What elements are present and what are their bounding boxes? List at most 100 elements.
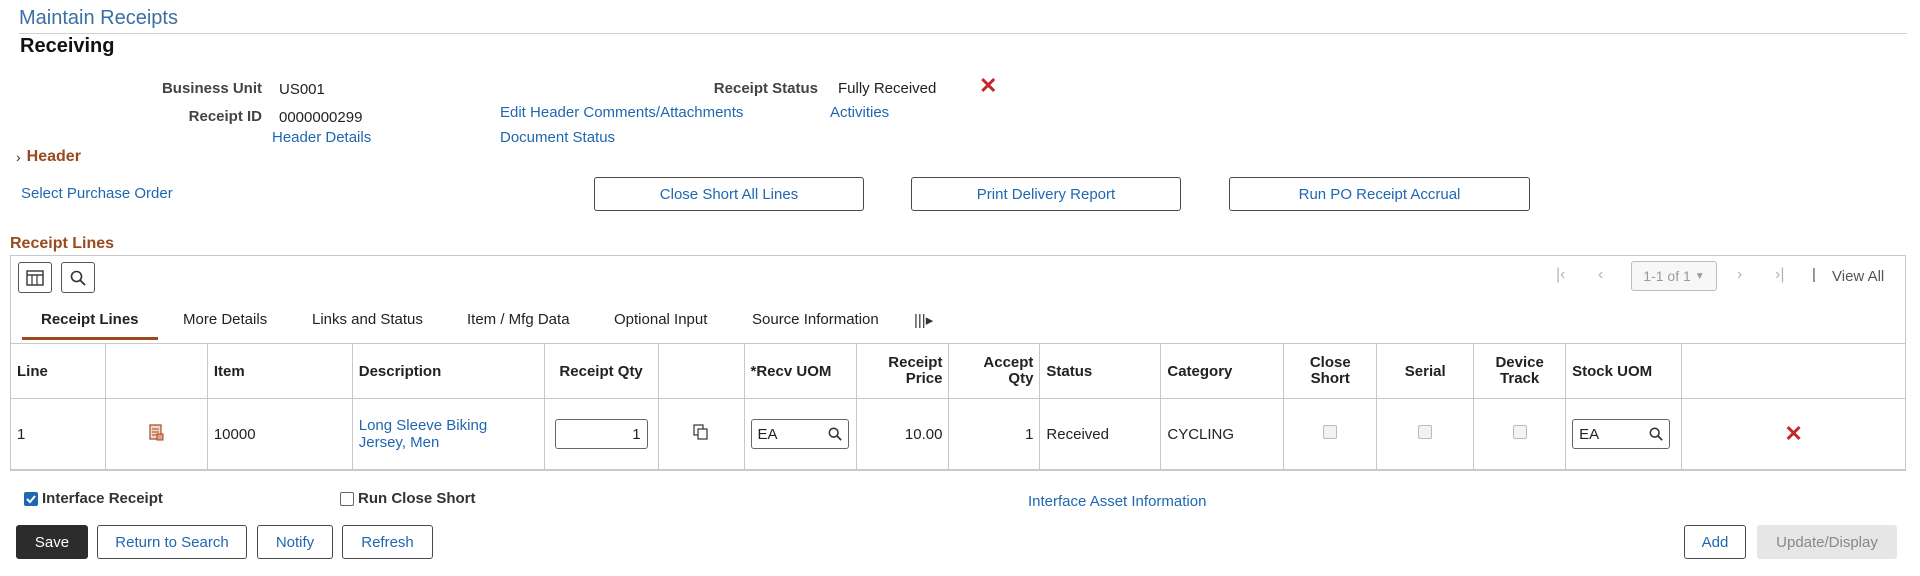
interface-receipt-option[interactable]: Interface Receipt (24, 490, 163, 507)
previous-page-icon[interactable]: ‹ (1598, 266, 1603, 284)
grid-search-button[interactable] (61, 262, 95, 293)
receipt-status-value: Fully Received (838, 80, 937, 97)
row-range-select[interactable]: 1-1 of 1 ▼ (1631, 261, 1717, 291)
notify-button[interactable]: Notify (257, 525, 333, 559)
delete-row-icon[interactable]: ✕ (1784, 421, 1802, 446)
table-row: 1 10000 Long Sleeve Biking Jersey, Men 1… (10, 398, 1906, 470)
col-receipt-qty: Receipt Qty (543, 343, 659, 399)
item-cell: 10000 (206, 398, 353, 470)
close-icon[interactable]: ✕ (979, 75, 997, 97)
run-po-receipt-accrual-button[interactable]: Run PO Receipt Accrual (1229, 177, 1530, 211)
interface-receipt-checkbox[interactable] (24, 491, 38, 506)
col-receipt-price-line2: Price (905, 370, 943, 387)
chevron-down-icon: ▼ (1694, 270, 1705, 282)
search-icon[interactable] (1649, 427, 1663, 441)
receipt-qty-input[interactable]: 1 (554, 419, 648, 449)
active-tab-indicator (22, 337, 158, 340)
update-display-button[interactable]: Update/Display (1757, 525, 1897, 559)
col-status: Status (1039, 343, 1162, 399)
serial-cell (1376, 398, 1475, 470)
device-track-cell (1473, 398, 1567, 470)
grid-settings-icon (26, 269, 44, 286)
col-stock-uom: Stock UOM (1565, 343, 1683, 399)
col-delete (1681, 343, 1906, 399)
close-short-checkbox[interactable] (1323, 425, 1338, 439)
col-accept-qty-line1: Accept (983, 354, 1034, 371)
close-short-all-lines-button[interactable]: Close Short All Lines (594, 177, 864, 211)
recv-uom-value: EA (757, 425, 778, 443)
col-close-short-line1: Close (1309, 354, 1351, 371)
col-device-track-line2: Track (1500, 370, 1540, 387)
pager-divider: | (1812, 266, 1816, 283)
tab-receipt-lines[interactable]: Receipt Lines (41, 311, 139, 328)
tab-optional-input[interactable]: Optional Input (614, 311, 707, 328)
show-all-columns-icon[interactable]: |||▸ (914, 311, 933, 329)
device-track-checkbox[interactable] (1512, 425, 1527, 439)
stock-uom-input[interactable]: EA (1572, 419, 1671, 449)
last-page-icon[interactable]: ›| (1775, 266, 1784, 284)
table-header-row: Line Item Description Receipt Qty *Recv … (10, 343, 1906, 399)
tab-links-and-status[interactable]: Links and Status (312, 311, 423, 328)
col-recv-uom: *Recv UOM (743, 343, 857, 399)
refresh-button[interactable]: Refresh (342, 525, 433, 559)
chevron-right-icon: › (16, 149, 21, 165)
delete-cell: ✕ (1681, 398, 1906, 470)
tab-item-mfg-data[interactable]: Item / Mfg Data (467, 311, 570, 328)
col-line: Line (10, 343, 106, 399)
line-details-icon[interactable] (147, 423, 165, 441)
stock-uom-cell: EA (1565, 398, 1683, 470)
first-page-icon[interactable]: |‹ (1556, 266, 1565, 284)
receipt-id-label: Receipt ID (188, 108, 262, 125)
col-serial: Serial (1376, 343, 1475, 399)
return-to-search-button[interactable]: Return to Search (97, 525, 247, 559)
interface-asset-information-link[interactable]: Interface Asset Information (1028, 493, 1206, 510)
col-device-track-line1: Device (1495, 354, 1544, 371)
recv-uom-cell: EA (743, 398, 857, 470)
col-description: Description (351, 343, 545, 399)
line-details-cell (104, 398, 208, 470)
row-range-value: 1-1 of 1 (1643, 268, 1691, 284)
copy-cell (657, 398, 745, 470)
line-cell: 1 (10, 398, 106, 470)
receipt-status-label: Receipt Status (713, 80, 818, 97)
accept-qty-cell: 1 (948, 398, 1041, 470)
col-line-icon (104, 343, 208, 399)
status-cell: Received (1039, 398, 1162, 470)
save-button[interactable]: Save (16, 525, 88, 559)
search-icon[interactable] (828, 427, 842, 441)
run-close-short-option[interactable]: Run Close Short (340, 490, 476, 507)
header-details-link[interactable]: Header Details (272, 129, 371, 146)
add-button[interactable]: Add (1684, 525, 1746, 559)
copy-icon[interactable] (693, 424, 709, 440)
personalize-grid-button[interactable] (18, 262, 52, 293)
print-delivery-report-button[interactable]: Print Delivery Report (911, 177, 1181, 211)
edit-header-comments-link[interactable]: Edit Header Comments/Attachments (500, 104, 743, 121)
activities-link[interactable]: Activities (830, 104, 889, 121)
select-purchase-order-link[interactable]: Select Purchase Order (21, 185, 173, 202)
tab-source-information[interactable]: Source Information (752, 311, 879, 328)
recv-uom-input[interactable]: EA (750, 419, 849, 449)
col-close-short-line2: Short (1310, 370, 1350, 387)
business-unit-value: US001 (279, 81, 325, 98)
business-unit-label: Business Unit (161, 80, 262, 97)
tab-more-details[interactable]: More Details (183, 311, 267, 328)
run-close-short-checkbox[interactable] (340, 491, 354, 506)
header-section-label: Header (26, 148, 81, 165)
next-page-icon[interactable]: › (1737, 266, 1742, 284)
receipt-lines-table: Line Item Description Receipt Qty *Recv … (10, 343, 1906, 470)
check-icon (26, 494, 36, 503)
col-receipt-price: Receipt Price (855, 343, 950, 399)
title-divider (19, 33, 1907, 34)
search-icon (70, 270, 86, 286)
description-cell: Long Sleeve Biking Jersey, Men (351, 398, 545, 470)
document-status-link[interactable]: Document Status (500, 129, 615, 146)
col-device-track: Device Track (1473, 343, 1567, 399)
serial-checkbox[interactable] (1418, 425, 1433, 439)
view-all-link[interactable]: View All (1832, 268, 1884, 285)
category-cell: CYCLING (1160, 398, 1285, 470)
description-link[interactable]: Long Sleeve Biking Jersey, Men (359, 417, 487, 451)
col-category: Category (1160, 343, 1285, 399)
header-section-toggle[interactable]: › Header (16, 148, 81, 166)
col-item: Item (206, 343, 353, 399)
receipt-price-cell: 10.00 (855, 398, 950, 470)
